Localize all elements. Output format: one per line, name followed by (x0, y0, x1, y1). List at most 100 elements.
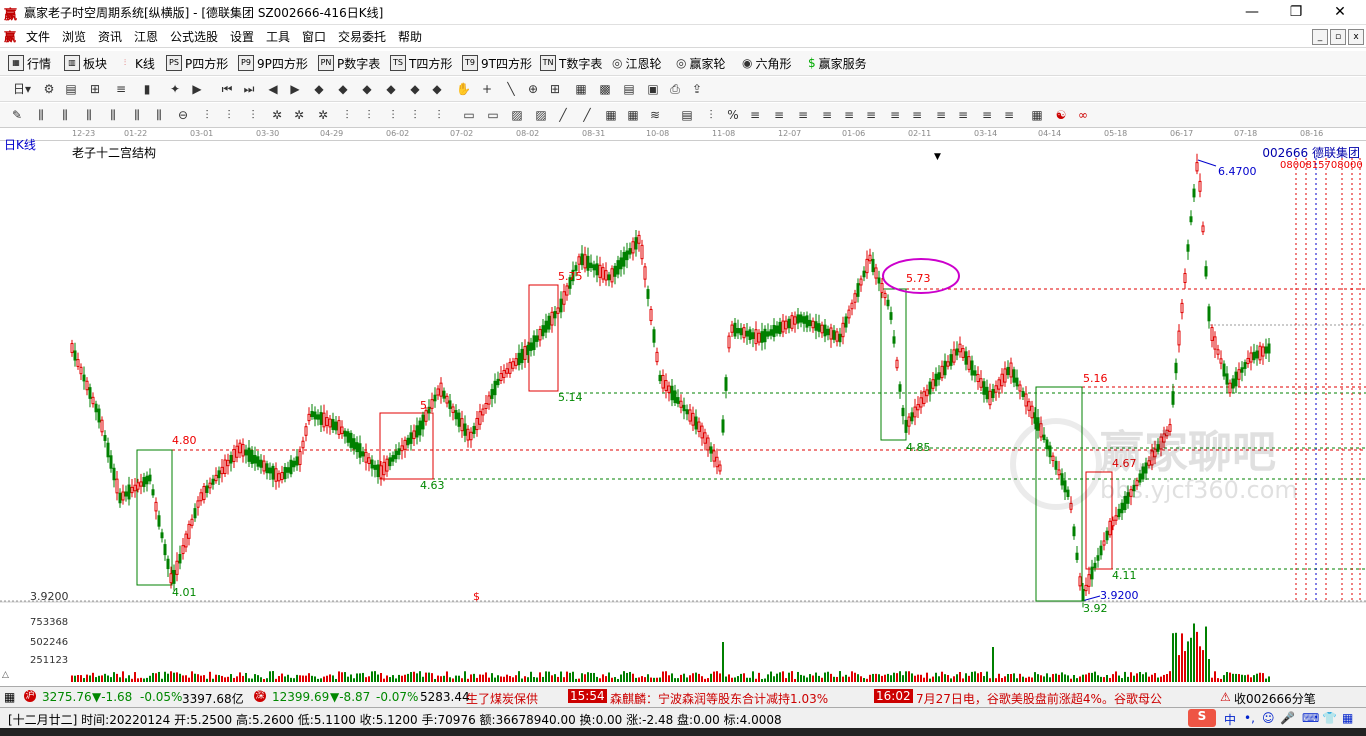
tb-p-square-button[interactable]: PS P四方形 (166, 55, 228, 71)
crosshair-icon[interactable]: + (480, 82, 494, 96)
diamond1-icon[interactable]: ◆ (312, 82, 326, 96)
export-icon[interactable]: ⇪ (690, 82, 704, 96)
trend-icon[interactable]: ╱ (556, 108, 570, 122)
ime-logo-icon[interactable]: S (1188, 709, 1216, 727)
list-icon[interactable]: ▤ (622, 82, 636, 96)
bars6-icon[interactable]: ⫼ (152, 108, 166, 122)
ime-keyboard-icon[interactable]: ⌨ (1302, 711, 1319, 725)
first-icon[interactable]: ⏮ (220, 82, 234, 96)
ruler7-icon[interactable]: ≡ (888, 108, 902, 122)
diamond6-icon[interactable]: ◆ (430, 82, 444, 96)
mdi-minimize-button[interactable]: _ (1312, 29, 1328, 45)
menu-window[interactable]: 窗口 (302, 28, 326, 45)
wheel5-icon[interactable]: ⫶ (362, 108, 376, 122)
menu-info[interactable]: 资讯 (98, 28, 122, 45)
cycle2-icon[interactable]: ⫶ (200, 108, 214, 122)
tb-quote-button[interactable]: ▦ 行情 (8, 55, 51, 71)
tb-t-number-button[interactable]: TN T数字表 (540, 55, 602, 71)
diamond2-icon[interactable]: ◆ (336, 82, 350, 96)
last-icon[interactable]: ⏭ (242, 82, 256, 96)
bars4-icon[interactable]: ⫼ (106, 108, 120, 122)
ruler8-icon[interactable]: ≡ (910, 108, 924, 122)
diamond4-icon[interactable]: ◆ (384, 82, 398, 96)
next-icon[interactable]: ▶ (288, 82, 302, 96)
ruler12-icon[interactable]: ≡ (1002, 108, 1016, 122)
color-icon[interactable]: ▶ (190, 82, 204, 96)
grid2-icon[interactable]: ▦ (1030, 108, 1044, 122)
tb-winner-wheel-button[interactable]: ◎ 赢家轮 (676, 55, 726, 71)
wheel6-icon[interactable]: ⫶ (386, 108, 400, 122)
hand-icon[interactable]: ✋ (456, 82, 471, 96)
ime-punct-icon[interactable]: •, (1244, 711, 1255, 725)
hatch2-icon[interactable]: ▨ (534, 108, 548, 122)
alert-icon[interactable]: ⚠ (1220, 690, 1231, 704)
ime-shirt-icon[interactable]: 👕 (1322, 711, 1337, 725)
cycle4-icon[interactable]: ⫶ (246, 108, 260, 122)
rect2-icon[interactable]: ▭ (486, 108, 500, 122)
tb-hexagon-button[interactable]: ◉ 六角形 (742, 55, 792, 71)
wheel2-icon[interactable]: ✲ (292, 108, 306, 122)
bars-icon[interactable]: ⫼ (34, 108, 48, 122)
menu-gann[interactable]: 江恩 (134, 28, 158, 45)
print-icon[interactable]: ⎙ (668, 82, 682, 96)
ruler4-icon[interactable]: ≡ (820, 108, 834, 122)
table-icon[interactable]: ▩ (598, 82, 612, 96)
hatch-icon[interactable]: ▨ (510, 108, 524, 122)
prev-icon[interactable]: ◀ (266, 82, 280, 96)
menu-trade[interactable]: 交易委托 (338, 28, 386, 45)
kline-chart[interactable] (0, 128, 1366, 684)
ruler11-icon[interactable]: ≡ (980, 108, 994, 122)
tb-t-square-button[interactable]: TS T四方形 (390, 55, 452, 71)
menu-formula[interactable]: 公式选股 (170, 28, 218, 45)
matrix2-icon[interactable]: ▦ (626, 108, 640, 122)
mdi-restore-button[interactable]: ▫ (1330, 29, 1346, 45)
tick-detail-label[interactable]: 收002666分笔 (1234, 690, 1316, 707)
percent-icon[interactable]: % (726, 108, 740, 122)
bars2-icon[interactable]: ⫼ (58, 108, 72, 122)
fib-icon[interactable]: ⫶ (704, 108, 718, 122)
ruler5-icon[interactable]: ≡ (842, 108, 856, 122)
ruler3-icon[interactable]: ≡ (796, 108, 810, 122)
menu-file[interactable]: 文件 (26, 28, 50, 45)
ruler-icon[interactable]: ≡ (748, 108, 762, 122)
ime-lang-icon[interactable]: 中 (1224, 711, 1236, 728)
news-ticker-1[interactable]: 生了煤炭保供 (466, 690, 538, 707)
tb-service-button[interactable]: $ 赢家服务 (808, 55, 867, 71)
line-icon[interactable]: ╲ (504, 82, 518, 96)
ime-emoji-icon[interactable]: ☺ (1262, 711, 1275, 725)
tb-kline-button[interactable]: ⫶ K线 (118, 55, 155, 71)
chart-icon[interactable]: ⊞ (88, 82, 102, 96)
cycle3-icon[interactable]: ⫶ (222, 108, 236, 122)
maximize-button[interactable]: ❐ (1276, 2, 1316, 22)
save-icon[interactable]: ▣ (646, 82, 660, 96)
mdi-close-button[interactable]: x (1348, 29, 1364, 45)
ruler9-icon[interactable]: ≡ (934, 108, 948, 122)
tb-9t-square-button[interactable]: T9 9T四方形 (462, 55, 532, 71)
table2-icon[interactable]: ▤ (680, 108, 694, 122)
menu-tools[interactable]: 工具 (266, 28, 290, 45)
document-icon[interactable]: ▤ (64, 82, 78, 96)
sz-index-value[interactable]: 12399.69 (272, 690, 329, 704)
fan-icon[interactable]: ≋ (648, 108, 662, 122)
menu-help[interactable]: 帮助 (398, 28, 422, 45)
wheel-icon[interactable]: ✲ (270, 108, 284, 122)
settings-icon[interactable]: ✦ (168, 82, 182, 96)
yinyang-icon[interactable]: ☯ (1054, 108, 1068, 122)
wheel3-icon[interactable]: ✲ (316, 108, 330, 122)
diamond5-icon[interactable]: ◆ (408, 82, 422, 96)
trend2-icon[interactable]: ╱ (580, 108, 594, 122)
tb-9p-square-button[interactable]: P9 9P四方形 (238, 55, 308, 71)
menu-browse[interactable]: 浏览 (62, 28, 86, 45)
ruler6-icon[interactable]: ≡ (864, 108, 878, 122)
wheel4-icon[interactable]: ⫶ (340, 108, 354, 122)
grid-icon[interactable]: ⊞ (548, 82, 562, 96)
diamond3-icon[interactable]: ◆ (360, 82, 374, 96)
ruler2-icon[interactable]: ≡ (772, 108, 786, 122)
wheel8-icon[interactable]: ⫶ (432, 108, 446, 122)
period-dropdown[interactable]: 日▾ (10, 82, 34, 96)
calendar-icon[interactable]: ▦ (574, 82, 588, 96)
tb-sector-button[interactable]: ▥ 板块 (64, 55, 107, 71)
cycle-icon[interactable]: ⊖ (176, 108, 190, 122)
wheel7-icon[interactable]: ⫶ (408, 108, 422, 122)
sh-index-value[interactable]: 3275.76 (42, 690, 92, 704)
